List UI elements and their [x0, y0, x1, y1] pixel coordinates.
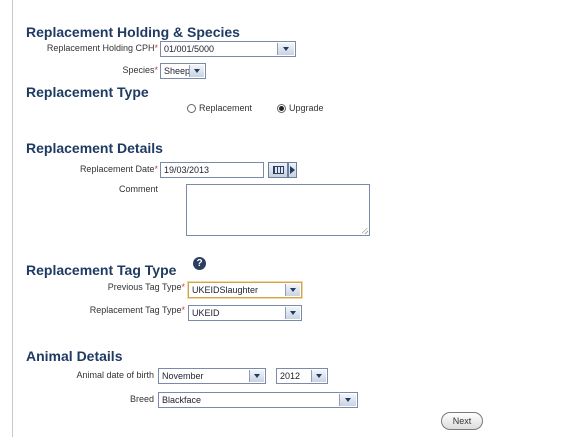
comment-textarea[interactable] [186, 184, 370, 236]
comment-label: Comment [118, 184, 158, 194]
required-marker: * [181, 305, 185, 315]
replacement-option[interactable]: Replacement [187, 103, 252, 113]
required-marker: * [154, 164, 158, 174]
required-marker: * [181, 282, 185, 292]
replacement-date-label-text: Replacement Date [79, 164, 155, 174]
species-value: Sheep [164, 66, 191, 76]
calendar-icon[interactable] [268, 162, 288, 178]
dob-month-value: November [162, 371, 204, 381]
replacement-tag-type-select[interactable]: UKEID [188, 305, 302, 321]
section-title-replacement-tag-type: Replacement Tag Type [26, 262, 177, 278]
help-icon[interactable]: ? [193, 257, 206, 270]
radio-upgrade-label: Upgrade [289, 103, 324, 113]
dob-year-select[interactable]: 2012 [276, 368, 328, 384]
chevron-down-icon[interactable] [311, 370, 326, 382]
upgrade-option[interactable]: Upgrade [277, 103, 324, 113]
radio-selected-dot [279, 105, 284, 111]
previous-tag-type-label: Previous Tag Type* [40, 282, 185, 292]
replacement-date-value: 19/03/2013 [164, 165, 210, 175]
species-select[interactable]: Sheep [160, 63, 206, 79]
section-title-replacement-details: Replacement Details [26, 140, 163, 156]
holding-cph-select[interactable]: 01/001/5000 [160, 41, 296, 57]
dob-month-select[interactable]: November [158, 368, 266, 384]
holding-cph-label-text: Replacement Holding CPH [46, 43, 155, 53]
dob-year-value: 2012 [280, 371, 301, 381]
chevron-down-icon[interactable] [339, 394, 356, 406]
replacement-tag-type-label: Replacement Tag Type* [40, 305, 185, 315]
left-border-rule [12, 0, 13, 437]
previous-tag-type-value: UKEIDSlaughter [192, 285, 259, 295]
previous-tag-type-label-text: Previous Tag Type [107, 282, 182, 292]
chevron-down-icon[interactable] [249, 370, 264, 382]
required-marker: * [154, 65, 158, 75]
species-label: Species* [60, 65, 158, 75]
section-title-replacement-type: Replacement Type [26, 84, 149, 100]
holding-cph-value: 01/001/5000 [164, 44, 215, 54]
resize-grip-icon[interactable] [362, 228, 368, 234]
species-label-text: Species [122, 65, 155, 75]
holding-cph-label: Replacement Holding CPH* [40, 43, 158, 53]
chevron-down-icon[interactable] [285, 284, 300, 296]
required-marker: * [154, 43, 158, 53]
animal-dob-label: Animal date of birth [76, 370, 154, 380]
chevron-down-icon[interactable] [277, 43, 294, 55]
section-title-animal-details: Animal Details [26, 348, 123, 364]
replacement-tag-type-label-text: Replacement Tag Type [89, 305, 182, 315]
breed-value: Blackface [162, 395, 202, 405]
radio-replacement-label: Replacement [199, 103, 253, 113]
chevron-down-icon[interactable] [189, 65, 204, 77]
replacement-date-label: Replacement Date* [60, 164, 158, 174]
radio-upgrade[interactable] [277, 103, 286, 113]
triangle-right-icon[interactable] [288, 162, 297, 178]
chevron-down-icon[interactable] [285, 307, 300, 319]
breed-label: Breed [129, 394, 154, 404]
section-title-holding-species: Replacement Holding & Species [26, 24, 240, 40]
previous-tag-type-select[interactable]: UKEIDSlaughter [188, 282, 302, 298]
radio-replacement[interactable] [187, 103, 196, 113]
replacement-date-input[interactable]: 19/03/2013 [160, 162, 264, 178]
breed-select[interactable]: Blackface [158, 392, 358, 408]
next-button[interactable]: Next [441, 412, 483, 430]
replacement-tag-type-value: UKEID [192, 308, 220, 318]
